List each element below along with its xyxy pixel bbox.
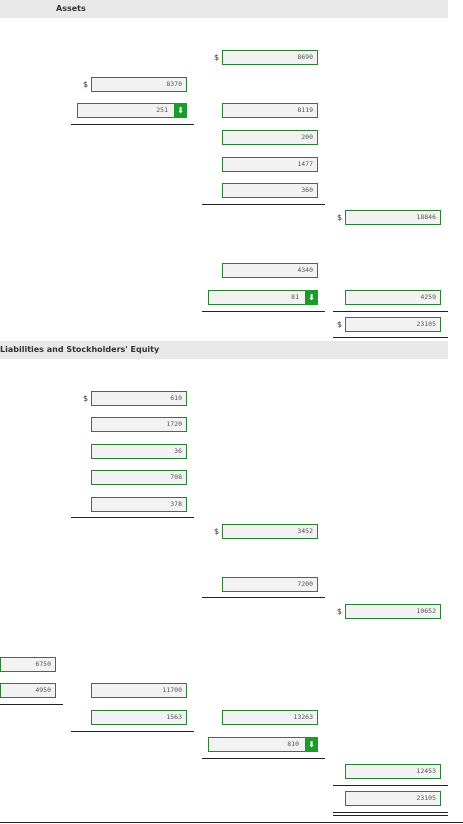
currency-symbol: $ <box>337 213 343 222</box>
field-value: 4340 <box>297 266 313 274</box>
field-value: 12453 <box>416 767 436 775</box>
subtotal-rule <box>202 597 325 598</box>
subtotal-rule <box>202 758 325 759</box>
field-value: 610 <box>170 394 182 402</box>
subtotal-rule <box>202 311 325 312</box>
field-value: 1720 <box>166 420 182 428</box>
liab-col2-a-field[interactable]: 610 <box>91 391 187 406</box>
field-value: 251 <box>156 106 168 114</box>
asset-col2-second-field[interactable]: 251 ⬇ <box>77 103 187 118</box>
currency-symbol: $ <box>83 80 89 89</box>
currency-symbol: $ <box>83 394 89 403</box>
field-value: 18846 <box>416 213 436 221</box>
assets-section-header: Assets <box>0 0 448 18</box>
asset-col3-f-field[interactable]: 81 ⬇ <box>208 290 318 305</box>
currency-symbol: $ <box>337 320 343 329</box>
subtotal-rule <box>202 204 325 205</box>
liab-col2-e-field[interactable]: 378 <box>91 497 187 512</box>
liab-col4-equity-field[interactable]: 12453 <box>345 764 441 779</box>
field-value: 8690 <box>297 53 313 61</box>
liab-col3-i-field[interactable]: 810 ⬇ <box>208 737 318 752</box>
field-value: 4259 <box>420 293 436 301</box>
field-value: 3452 <box>297 527 313 535</box>
field-value: 8370 <box>166 80 182 88</box>
liab-col2-c-field[interactable]: 36 <box>91 444 187 459</box>
asset-col2-first-field[interactable]: 8370 <box>91 77 187 92</box>
currency-symbol: $ <box>214 527 220 536</box>
field-value: 360 <box>301 186 313 194</box>
asset-col3-first-field[interactable]: 8690 <box>222 50 318 65</box>
liab-col2-b-field[interactable]: 1720 <box>91 417 187 432</box>
liab-col2-f-field[interactable]: 11700 <box>91 683 187 698</box>
liab-col4-total-field[interactable]: 23105 <box>345 791 441 806</box>
field-value: 10652 <box>416 607 436 615</box>
field-value: 4950 <box>35 686 51 694</box>
asset-col3-b-field[interactable]: 200 <box>222 130 318 145</box>
asset-col3-c-field[interactable]: 1477 <box>222 157 318 172</box>
down-arrow-icon[interactable]: ⬇ <box>174 103 187 118</box>
liab-col1-a-field[interactable]: 6750 <box>0 657 56 672</box>
field-value: 13263 <box>293 713 313 721</box>
asset-col3-e-field[interactable]: 4340 <box>222 263 318 278</box>
liab-col3-second-field[interactable]: 7200 <box>222 577 318 592</box>
down-arrow-icon[interactable]: ⬇ <box>305 737 318 752</box>
field-value: 81 <box>291 293 299 301</box>
subtotal-rule <box>333 311 448 312</box>
currency-symbol: $ <box>214 53 220 62</box>
liabilities-section-header: Liabilities and Stockholders' Equity <box>0 341 448 359</box>
down-arrow-icon[interactable]: ⬇ <box>305 290 318 305</box>
liabilities-title: Liabilities and Stockholders' Equity <box>0 345 160 354</box>
currency-symbol: $ <box>337 607 343 616</box>
field-value: 708 <box>170 473 182 481</box>
field-value: 7200 <box>297 580 313 588</box>
asset-col4-second-field[interactable]: 4259 <box>345 290 441 305</box>
liab-col2-g-field[interactable]: 1563 <box>91 710 187 725</box>
liab-col4-subtotal-field[interactable]: 10652 <box>345 604 441 619</box>
liab-col2-d-field[interactable]: 708 <box>91 470 187 485</box>
subtotal-rule <box>71 731 194 732</box>
field-value: 23105 <box>416 794 436 802</box>
asset-col4-subtotal-field[interactable]: 18846 <box>345 210 441 225</box>
subtotal-rule <box>0 704 63 705</box>
asset-col4-total-field[interactable]: 23105 <box>345 317 441 332</box>
subtotal-rule <box>71 517 194 518</box>
liab-col3-subtotal-field[interactable]: 3452 <box>222 524 318 539</box>
liab-col1-b-field[interactable]: 4950 <box>0 683 56 698</box>
field-value: 23105 <box>416 320 436 328</box>
assets-title: Assets <box>56 4 86 13</box>
field-value: 1563 <box>166 713 182 721</box>
asset-col3-a-field[interactable]: 8119 <box>222 103 318 118</box>
page-bottom-rule <box>0 822 463 823</box>
field-value: 36 <box>174 447 182 455</box>
field-value: 11700 <box>162 686 182 694</box>
asset-col3-d-field[interactable]: 360 <box>222 183 318 198</box>
subtotal-rule <box>333 785 448 786</box>
field-value: 8119 <box>297 106 313 114</box>
field-value: 200 <box>301 133 313 141</box>
subtotal-rule <box>71 124 194 125</box>
field-value: 810 <box>287 740 299 748</box>
total-rule <box>333 337 448 338</box>
field-value: 6750 <box>35 660 51 668</box>
field-value: 1477 <box>297 160 313 168</box>
total-double-rule <box>333 812 448 816</box>
field-value: 378 <box>170 500 182 508</box>
liab-col3-h-field[interactable]: 13263 <box>222 710 318 725</box>
